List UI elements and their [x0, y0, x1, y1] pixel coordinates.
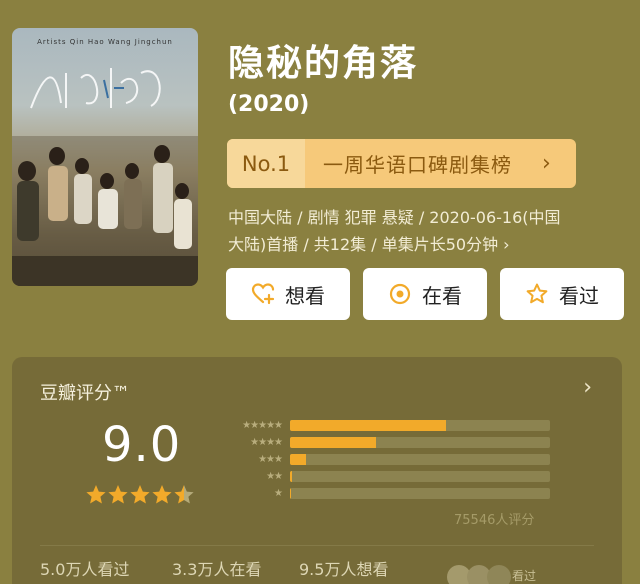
histogram-star-label: ★★★★ — [250, 436, 283, 448]
histogram-track — [290, 420, 550, 431]
histogram-star-label: ★ — [274, 487, 283, 499]
seen-count: 5.0万人看过 — [40, 560, 130, 579]
star-icon — [86, 485, 106, 504]
poster-image[interactable]: Artists Qin Hao Wang Jingchun — [12, 28, 198, 286]
watched-label: 看过 — [559, 283, 599, 308]
histogram-row: ★★★ — [216, 453, 550, 465]
chevron-right-icon[interactable]: › — [583, 375, 592, 400]
histogram-bar — [290, 471, 293, 482]
rank-chart-name: 一周华语口碑剧集榜 — [323, 153, 512, 177]
rating-card[interactable]: 豆瓣评分™ › 9.0 ★★★★★ ★★★★ ★★★ ★★ ★ 75546人评分 5.0… — [12, 357, 622, 584]
want-to-watch-button[interactable]: 想看 — [226, 268, 350, 320]
star-icon — [130, 485, 150, 504]
histogram-row: ★★★★★ — [216, 419, 550, 431]
watching-count: 3.3万人在看 — [172, 560, 262, 579]
rank-number: No.1 — [227, 139, 305, 188]
target-icon — [389, 283, 411, 305]
histogram-row: ★★★★ — [216, 436, 550, 448]
movie-meta[interactable]: 中国大陆 / 剧情 犯罪 悬疑 / 2020-06-16(中国 大陆)首播 / … — [228, 204, 628, 258]
histogram-star-label: ★★ — [266, 470, 283, 482]
page-title: 隐秘的角落 — [228, 43, 419, 84]
rating-count: 75546人评分 — [454, 513, 535, 528]
histogram-bar — [290, 454, 306, 465]
histogram-star-label: ★★★ — [258, 453, 283, 465]
star-icon — [174, 485, 194, 504]
poster-people — [12, 136, 198, 286]
histogram-track — [290, 437, 550, 448]
histogram-bar — [290, 420, 446, 431]
star-icon — [152, 485, 172, 504]
watching-label: 在看 — [422, 283, 462, 308]
histogram-bar — [290, 488, 291, 499]
histogram-star-label: ★★★★★ — [242, 419, 283, 431]
rating-stars — [86, 485, 194, 504]
meta-line-2: 大陆)首播 / 共12集 / 单集片长50分钟 › — [228, 235, 510, 254]
want-count: 9.5万人想看 — [299, 560, 389, 579]
rating-score: 9.0 — [102, 417, 182, 473]
star-icon — [108, 485, 128, 504]
histogram-row: ★ — [216, 487, 550, 499]
poster-title-art — [30, 68, 161, 109]
release-year: (2020) — [228, 92, 310, 117]
watched-button[interactable]: 看过 — [500, 268, 624, 320]
histogram-track — [290, 488, 550, 499]
heart-plus-icon — [251, 283, 275, 305]
chevron-right-icon: › — [542, 151, 551, 176]
want-to-watch-label: 想看 — [285, 283, 325, 308]
meta-line-1: 中国大陆 / 剧情 犯罪 悬疑 / 2020-06-16(中国 — [228, 208, 561, 227]
divider — [40, 545, 594, 546]
histogram-track — [290, 471, 550, 482]
star-outline-icon — [526, 283, 548, 304]
ranking-banner[interactable]: No.1 一周华语口碑剧集榜 › — [227, 139, 576, 188]
watched-friends-label: 看过 — [512, 569, 537, 583]
rating-label: 豆瓣评分™ — [40, 383, 130, 404]
poster-credits: Artists Qin Hao Wang Jingchun — [37, 38, 173, 46]
watching-button[interactable]: 在看 — [363, 268, 487, 320]
histogram-track — [290, 454, 550, 465]
histogram-row: ★★ — [216, 470, 550, 482]
histogram-bar — [290, 437, 376, 448]
